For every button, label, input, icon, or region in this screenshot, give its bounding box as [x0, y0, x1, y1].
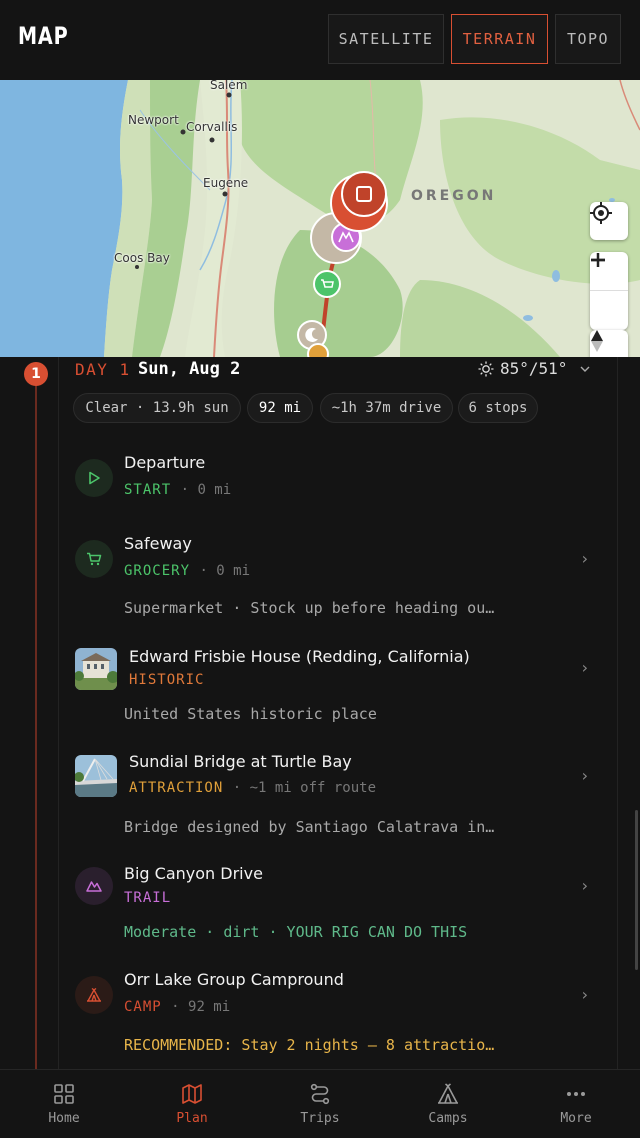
map-mode-topo-button[interactable]: TOPO — [555, 14, 621, 64]
app-header: MAP SATELLITE TERRAIN TOPO — [0, 0, 640, 80]
stop-thumbnail — [75, 755, 117, 797]
cart-icon — [75, 540, 113, 578]
stop-orr-lake-campground[interactable]: Orr Lake Group Campround CAMP · 92 mi › … — [58, 962, 618, 1066]
chevron-right-icon: › — [581, 549, 588, 568]
compass-icon — [591, 330, 603, 352]
tent-icon — [438, 1083, 458, 1104]
chevron-right-icon: › — [581, 985, 588, 1004]
stop-meta: TRAIL — [124, 890, 171, 906]
zoom-controls — [590, 252, 628, 330]
grid-icon — [54, 1084, 74, 1104]
compass-button[interactable] — [590, 330, 628, 357]
map-mode-terrain-button[interactable]: TERRAIN — [451, 14, 548, 64]
day-number-badge: 1 — [24, 362, 48, 386]
stop-sundial-bridge[interactable]: Sundial Bridge at Turtle Bay ATTRACTION … — [58, 745, 618, 853]
stop-meta: ATTRACTION · ~1 mi off route — [129, 780, 376, 796]
sun-icon — [478, 361, 494, 376]
nav-camps[interactable]: Camps — [384, 1070, 512, 1138]
nav-trips[interactable]: Trips — [256, 1070, 384, 1138]
stop-description: Supermarket · Stock up before heading ou… — [124, 599, 495, 617]
nav-label: Trips — [300, 1111, 340, 1126]
nav-label: Home — [48, 1111, 80, 1126]
map-label-corvallis: Corvallis — [186, 120, 238, 134]
map-label-coos-bay: Coos Bay — [114, 251, 170, 265]
zoom-out-button[interactable] — [590, 258, 628, 329]
weather-temp: 85°/51° — [500, 359, 568, 378]
stop-distance: · 0 mi — [199, 563, 251, 579]
stop-category: START — [124, 482, 172, 498]
page-title: MAP — [18, 22, 69, 50]
more-icon — [567, 1092, 585, 1096]
conditions-chip: Clear · 13.9h sun — [73, 393, 241, 423]
nav-label: Camps — [428, 1111, 468, 1126]
stop-detour: · ~1 mi off route — [232, 780, 377, 796]
stop-meta: CAMP · 92 mi — [124, 999, 230, 1015]
play-icon — [75, 459, 113, 497]
bottom-nav: Home Plan Trips Camps More — [0, 1069, 640, 1138]
nav-plan[interactable]: Plan — [128, 1070, 256, 1138]
stop-name: Safeway — [124, 534, 192, 553]
stop-meta: START · 0 mi — [124, 482, 231, 498]
stop-name: Big Canyon Drive — [124, 864, 263, 883]
locate-me-button[interactable] — [590, 202, 628, 240]
nav-more[interactable]: More — [512, 1070, 640, 1138]
chevron-right-icon: › — [581, 658, 588, 677]
chevron-right-icon: › — [581, 876, 588, 895]
map-canvas — [0, 80, 640, 357]
stop-distance: · 92 mi — [171, 999, 231, 1015]
stop-meta: GROCERY · 0 mi — [124, 563, 250, 579]
stop-category: TRAIL — [124, 890, 172, 906]
map-label-salem: Salem — [210, 80, 248, 92]
trail-rating: Moderate · dirt · YOUR RIG CAN DO THIS — [124, 923, 468, 941]
stop-category: ATTRACTION — [129, 780, 224, 796]
map-label-eugene: Eugene — [203, 176, 249, 190]
stop-distance: · 0 mi — [180, 482, 232, 498]
route-icon — [310, 1083, 330, 1105]
map-mode-satellite-button[interactable]: SATELLITE — [328, 14, 444, 64]
crosshair-icon — [590, 202, 612, 224]
map-label-newport: Newport — [128, 113, 179, 127]
stay-recommendation: RECOMMENDED: Stay 2 nights — 8 attractio… — [124, 1036, 495, 1054]
map-view[interactable]: Salem Newport Corvallis Eugene Coos Bay … — [0, 80, 640, 357]
stop-category: HISTORIC — [129, 672, 205, 688]
tent-icon — [75, 976, 113, 1014]
nav-home[interactable]: Home — [0, 1070, 128, 1138]
nav-label: Plan — [176, 1111, 208, 1126]
stop-name: Sundial Bridge at Turtle Bay — [129, 752, 352, 771]
stop-description: United States historic place — [124, 705, 377, 723]
chevron-down-icon — [580, 366, 590, 372]
stop-name: Edward Frisbie House (Redding, Californi… — [129, 647, 470, 666]
minus-icon — [591, 258, 605, 262]
day-label: DAY 1 — [75, 360, 131, 379]
distance-chip: 92 mi — [247, 393, 313, 423]
chevron-right-icon: › — [581, 766, 588, 785]
scrollbar[interactable] — [635, 810, 638, 970]
map-icon — [182, 1084, 202, 1104]
day-date: Sun, Aug 2 — [138, 359, 241, 379]
stops-count-chip: 6 stops — [458, 393, 538, 423]
map-label-oregon: OREGON — [411, 188, 497, 204]
weather-dropdown[interactable]: 85°/51° — [478, 359, 591, 378]
timeline-line — [35, 370, 37, 1070]
stop-category: CAMP — [124, 999, 162, 1015]
stop-name: Departure — [124, 453, 206, 472]
stop-departure[interactable]: Departure START · 0 mi — [58, 445, 618, 515]
stop-big-canyon-drive[interactable]: Big Canyon Drive TRAIL › Moderate · dirt… — [58, 855, 618, 955]
drive-time-chip: ~1h 37m drive — [320, 393, 453, 423]
mountain-icon — [75, 867, 113, 905]
stop-thumbnail — [75, 648, 117, 690]
nav-label: More — [560, 1111, 592, 1126]
stop-name: Orr Lake Group Campround — [124, 970, 344, 989]
stop-category: GROCERY — [124, 563, 191, 579]
stop-description: Bridge designed by Santiago Calatrava in… — [124, 818, 495, 836]
stop-edward-frisbie-house[interactable]: Edward Frisbie House (Redding, Californi… — [58, 640, 618, 740]
stop-safeway[interactable]: Safeway GROCERY · 0 mi › Supermarket · S… — [58, 525, 618, 635]
stop-meta: HISTORIC — [129, 672, 204, 688]
